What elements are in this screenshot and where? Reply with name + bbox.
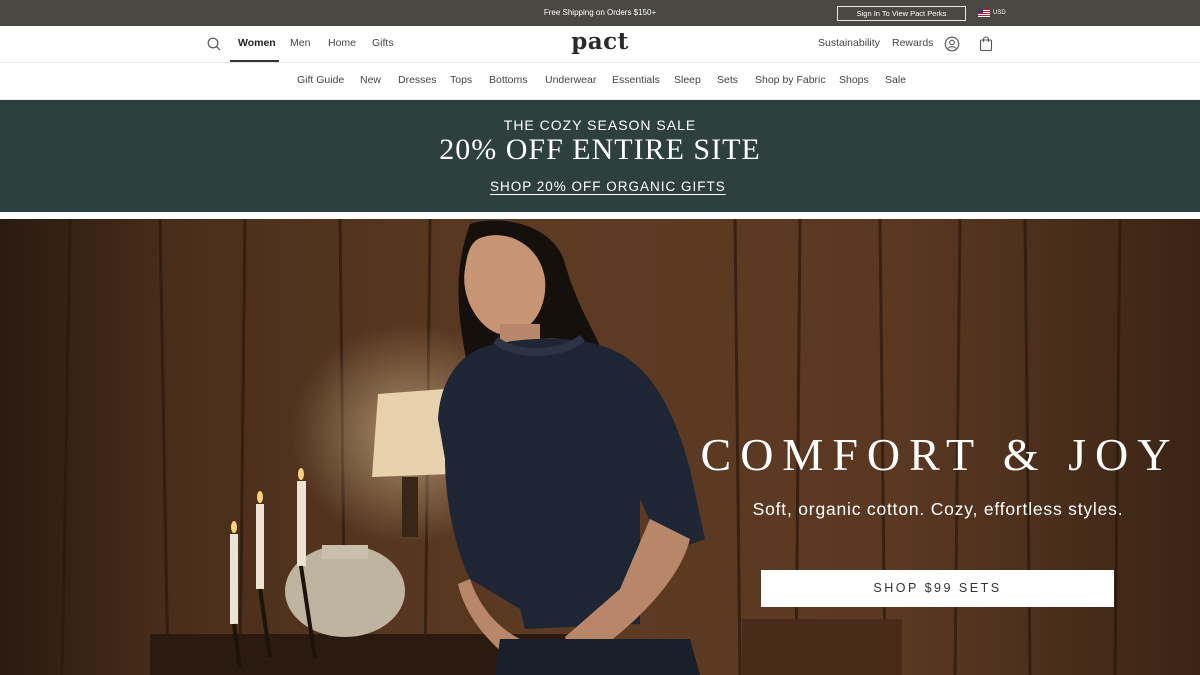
main-header: Women Men Home Gifts pact Sustainability… [0,26,1200,63]
promo-banner: THE COZY SEASON SALE 20% OFF ENTIRE SITE… [0,100,1200,212]
nav-gifts[interactable]: Gifts [372,37,394,49]
hero-banner: COMFORT & JOY Soft, organic cotton. Cozy… [0,219,1200,675]
sustainability-link[interactable]: Sustainability [818,37,880,49]
subnav-shops[interactable]: Shops [839,74,869,86]
hero-title: COMFORT & JOY [700,429,1180,480]
subnav-underwear[interactable]: Underwear [545,74,596,86]
sign-in-perks-button[interactable]: Sign In To View Pact Perks [837,6,966,21]
active-nav-indicator [230,60,279,62]
nav-home[interactable]: Home [328,37,356,49]
subnav-shop-by-fabric[interactable]: Shop by Fabric [755,74,826,86]
account-icon[interactable] [944,36,960,52]
nav-women[interactable]: Women [238,37,276,49]
promo-eyebrow: THE COZY SEASON SALE [503,117,697,133]
subnav-sets[interactable]: Sets [717,74,738,86]
pact-logo[interactable]: pact [540,28,660,55]
subnav-bottoms[interactable]: Bottoms [489,74,528,86]
currency-label: USD [993,10,1006,16]
rewards-link[interactable]: Rewards [892,37,933,49]
subnav-new[interactable]: New [360,74,381,86]
subnav-gift-guide[interactable]: Gift Guide [297,74,344,86]
shipping-message: Free Shipping on Orders $150+ [543,8,657,17]
subnav-tops[interactable]: Tops [450,74,472,86]
promo-headline: 20% OFF ENTIRE SITE [439,133,761,166]
subnav-sleep[interactable]: Sleep [674,74,701,86]
promo-cta-link[interactable]: SHOP 20% OFF ORGANIC GIFTS [490,179,725,194]
announcement-bar: Free Shipping on Orders $150+ Sign In To… [0,0,1200,26]
search-icon[interactable] [207,37,221,51]
subnav-essentials[interactable]: Essentials [612,74,660,86]
subnav-sale[interactable]: Sale [885,74,906,86]
hero-subtitle: Soft, organic cotton. Cozy, effortless s… [752,499,1124,519]
category-nav: Gift Guide New Dresses Tops Bottoms Unde… [0,63,1200,100]
nav-men[interactable]: Men [290,37,310,49]
section-divider [0,212,1200,219]
shop-sets-button[interactable]: SHOP $99 SETS [761,570,1114,607]
us-flag-icon [978,9,990,17]
currency-selector[interactable]: USD [978,8,1006,18]
subnav-dresses[interactable]: Dresses [398,74,437,86]
cart-icon[interactable] [978,36,994,52]
